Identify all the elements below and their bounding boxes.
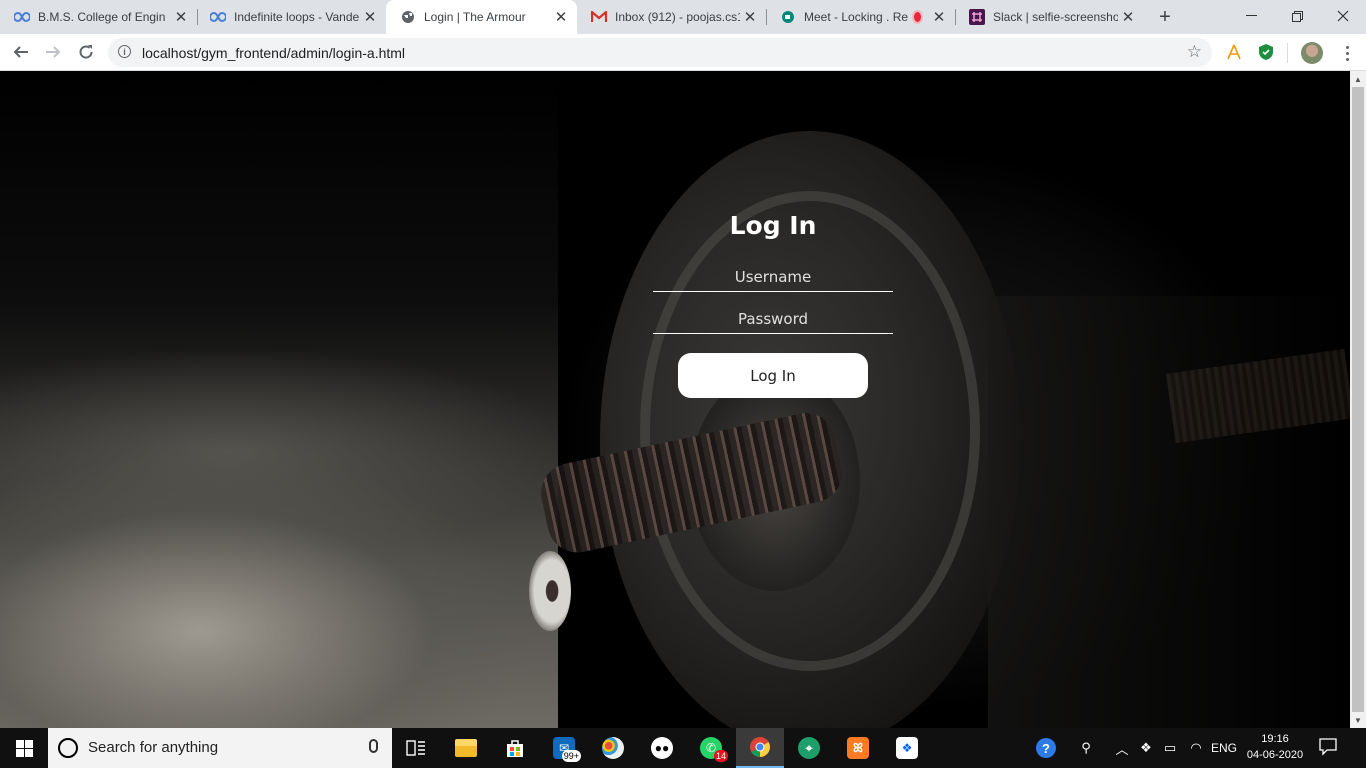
profile-avatar[interactable] <box>1301 42 1323 64</box>
close-tab-icon[interactable]: ✕ <box>740 7 760 27</box>
gmail-icon <box>591 9 607 25</box>
store-button[interactable] <box>491 728 539 768</box>
mail-button[interactable]: ✉ 99+ <box>540 728 588 768</box>
browser-toolbar: i localhost/gym_frontend/admin/login-a.h… <box>0 34 1366 71</box>
notification-icon <box>1319 738 1337 756</box>
infinity-icon <box>14 9 30 25</box>
login-form: Log In Log In <box>653 208 893 398</box>
xampp-button[interactable]: ꕤ <box>834 728 882 768</box>
page-viewport: Log In Log In <box>0 71 1350 728</box>
close-tab-icon[interactable]: ✕ <box>171 7 191 27</box>
close-tab-icon[interactable]: ✕ <box>551 7 571 27</box>
close-tab-icon[interactable]: ✕ <box>1118 7 1138 27</box>
tab-title: Slack | selfie-screenshot <box>993 10 1118 24</box>
password-input[interactable] <box>653 304 893 334</box>
restore-button[interactable] <box>1274 0 1320 32</box>
action-center-button[interactable] <box>1318 736 1342 760</box>
infinity-icon <box>210 9 226 25</box>
maps-app-button[interactable]: ⌖ <box>785 728 833 768</box>
address-bar[interactable]: i localhost/gym_frontend/admin/login-a.h… <box>108 38 1212 67</box>
store-icon <box>507 740 523 757</box>
scroll-up-arrow-icon[interactable]: ▲ <box>1350 71 1366 87</box>
scroll-down-arrow-icon[interactable]: ▼ <box>1350 712 1366 728</box>
tab-indefinite-loops[interactable]: Indefinite loops - Vande ✕ <box>196 0 386 34</box>
people-tray-icon[interactable]: ⚲ <box>1074 728 1098 768</box>
whatsapp-button[interactable]: ✆ 14 <box>687 728 735 768</box>
page-scrollbar[interactable]: ▲ ▼ <box>1350 71 1366 728</box>
close-window-button[interactable] <box>1320 0 1366 32</box>
dropbox-tray-icon[interactable]: ❖ <box>1136 728 1156 768</box>
location-pin-icon: ⌖ <box>798 737 820 759</box>
tab-login-the-armour[interactable]: Login | The Armour ✕ <box>386 0 577 34</box>
language-indicator[interactable]: ENG <box>1208 728 1240 768</box>
forward-button[interactable] <box>40 39 66 65</box>
folder-icon <box>455 739 477 757</box>
microphone-icon[interactable] <box>369 739 378 753</box>
clock-time: 19:16 <box>1261 733 1289 745</box>
globe-icon <box>400 9 416 25</box>
tab-title: B.M.S. College of Engin <box>38 10 166 24</box>
url-text: localhost/gym_frontend/admin/login-a.htm… <box>142 45 406 61</box>
show-hidden-icons-chevron-icon[interactable]: ︿ <box>1112 728 1132 768</box>
reload-icon <box>79 45 93 59</box>
close-tab-icon[interactable]: ✕ <box>360 7 380 27</box>
chrome-button[interactable] <box>736 728 784 768</box>
xampp-icon: ꕤ <box>847 737 869 759</box>
login-heading: Log In <box>729 211 817 240</box>
chrome-icon <box>750 737 770 757</box>
search-placeholder: Search for anything <box>88 739 219 756</box>
slack-icon <box>969 9 985 25</box>
dropbox-button[interactable]: ❖ <box>883 728 931 768</box>
minimize-button[interactable] <box>1228 0 1274 32</box>
back-button[interactable] <box>8 39 34 65</box>
dropbox-icon: ❖ <box>896 737 918 759</box>
mail-badge: 99+ <box>561 750 581 762</box>
forward-arrow-icon <box>46 46 61 58</box>
shield-extension-icon[interactable] <box>1257 43 1275 61</box>
tab-title: Indefinite loops - Vande <box>234 10 360 24</box>
task-view-button[interactable] <box>392 728 440 768</box>
cortana-icon <box>58 738 78 758</box>
task-view-icon <box>406 740 425 756</box>
battery-tray-icon[interactable]: ▭ <box>1160 728 1180 768</box>
sticky-app-button[interactable]: ●● <box>638 728 686 768</box>
browser-menu-button[interactable] <box>1340 41 1354 65</box>
file-explorer-button[interactable] <box>442 728 490 768</box>
tab-gmail-inbox[interactable]: Inbox (912) - poojas.cs1 ✕ <box>577 0 766 34</box>
whatsapp-badge: 14 <box>713 750 728 762</box>
windows-logo-icon <box>15 739 33 757</box>
palette-icon <box>602 737 624 759</box>
recording-icon <box>912 10 923 24</box>
dumbbell-bar-end-image <box>529 551 571 631</box>
meet-icon <box>780 9 796 25</box>
tab-slack[interactable]: Slack | selfie-screenshot ✕ <box>955 0 1144 34</box>
panda-icon: ●● <box>651 737 673 759</box>
tab-bms-college[interactable]: B.M.S. College of Engin ✕ <box>0 0 197 34</box>
tab-title: Meet - Locking . Re <box>804 10 909 24</box>
paint-button[interactable] <box>589 728 637 768</box>
wifi-tray-icon[interactable]: ◠ <box>1186 728 1206 768</box>
bookmark-star-icon[interactable]: ☆ <box>1187 42 1202 62</box>
tab-title: Login | The Armour <box>424 10 526 24</box>
taskbar-search[interactable]: Search for anything <box>48 728 392 768</box>
start-button[interactable] <box>0 728 48 768</box>
tab-google-meet[interactable]: Meet - Locking . Re ✕ <box>766 0 955 34</box>
windows-taskbar: Search for anything ✉ 99+ ●● ✆ 14 ⌖ ꕤ ❖ … <box>0 728 1366 768</box>
browser-tab-strip: B.M.S. College of Engin ✕ Indefinite loo… <box>0 0 1366 34</box>
back-arrow-icon <box>13 46 28 58</box>
reload-button[interactable] <box>73 39 99 65</box>
site-info-icon[interactable]: i <box>118 45 131 58</box>
help-tray-icon[interactable]: ? <box>1032 728 1060 768</box>
new-tab-button[interactable]: + <box>1154 6 1176 28</box>
close-tab-icon[interactable]: ✕ <box>929 7 949 27</box>
clock-date: 04-06-2020 <box>1246 749 1304 761</box>
toolbar-divider <box>1287 43 1288 63</box>
background-floor-image <box>0 71 560 728</box>
taskbar-clock[interactable]: 19:16 04-06-2020 <box>1240 731 1310 763</box>
tab-title: Inbox (912) - poojas.cs1 <box>615 10 740 24</box>
username-input[interactable] <box>653 262 893 292</box>
acrobat-extension-icon[interactable] <box>1225 43 1243 61</box>
login-button[interactable]: Log In <box>678 353 868 398</box>
scrollbar-thumb[interactable] <box>1352 87 1364 712</box>
